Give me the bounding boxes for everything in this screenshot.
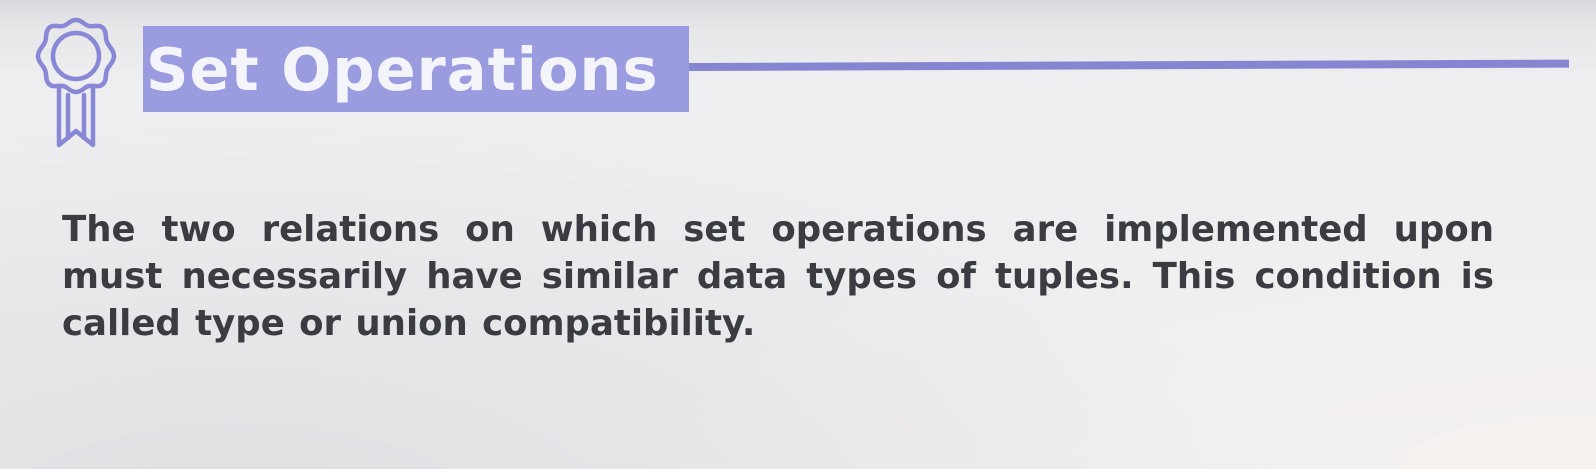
award-ribbon-icon — [35, 17, 117, 148]
slide-title: Set Operations — [146, 35, 659, 104]
slide-body-text: The two relations on which set operation… — [62, 209, 1494, 344]
title-underline-rule — [688, 59, 1570, 71]
